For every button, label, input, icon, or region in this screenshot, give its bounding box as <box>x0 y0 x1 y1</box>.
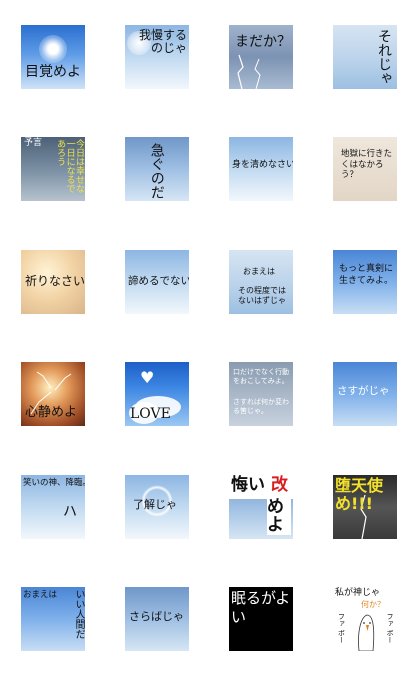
sticker-dont-give-up[interactable]: 諦めるでない <box>125 250 189 314</box>
sticker-not-yet[interactable]: まだか？ <box>229 25 293 89</box>
sticker-text-c: めよ <box>267 498 291 535</box>
sticker-i-am-god[interactable]: 私が神じゃ 何か？ ファ ボー ファ ボー <box>333 587 397 651</box>
sticker-text: 今日は幸せな一日になるであろう <box>55 139 84 193</box>
sticker-text: 我慢するのじゃ <box>138 28 187 55</box>
sticker-text-line2: いい人間だ <box>73 589 84 639</box>
sticker-not-your-limit[interactable]: おまえは その程度ではないはずじゃ <box>229 250 293 314</box>
sticker-hurry[interactable]: 急ぐのだ <box>125 137 189 201</box>
sticker-text-line1: おまえは <box>23 590 58 600</box>
sticker-grid: 目覚めよ 我慢するのじゃ まだか？ それじゃ 予言 今日は幸せな一日になるであろ… <box>0 0 420 673</box>
sticker-text: 急ぐのだ <box>148 143 165 199</box>
sticker-farewell[interactable]: さらばじゃ <box>125 587 189 651</box>
sticker-text-line1: おまえは <box>243 267 275 276</box>
sticker-purify[interactable]: 身を清めなさい <box>229 137 293 201</box>
sticker-sleep[interactable]: 眠るがよい <box>229 587 293 651</box>
sticker-take-action[interactable]: 口だけでなく行動をおこしてみよ。 さすれば何か変わる筈じゃ。 <box>229 362 293 426</box>
sticker-text: 堕天使め!!! <box>335 476 384 514</box>
sticker-text: 目覚めよ <box>25 64 81 80</box>
sticker-text: 心静めよ <box>25 405 78 420</box>
sticker-pray[interactable]: 祈りなさい <box>21 250 85 314</box>
sticker-god-of-laughter[interactable]: 笑いの神、降臨。 ハ <box>21 475 85 539</box>
sticker-understood[interactable]: 了解じゃ <box>125 475 189 539</box>
sticker-text: さすがじゃ <box>337 385 390 397</box>
sticker-text: もっと真剣に生きてみよ。 <box>338 264 393 286</box>
sticker-text: 笑いの神、降臨。 <box>23 478 85 488</box>
sticker-text: さらばじゃ <box>129 610 184 623</box>
sticker-text: 了解じゃ <box>133 498 177 511</box>
sticker-text: 身を清めなさい <box>232 160 293 170</box>
sticker-text-a: 悔い <box>231 475 265 495</box>
sticker-live-seriously[interactable]: もっと真剣に生きてみよ。 <box>333 250 397 314</box>
sticker-text: それじゃ <box>376 29 392 85</box>
sticker-fallen-angel[interactable]: 堕天使め!!! <box>333 475 397 539</box>
sticker-text: LOVE <box>130 406 171 422</box>
sticker-mark: ハ <box>63 504 77 520</box>
sticker-hell[interactable]: 地獄に行きたくはなかろう？ <box>333 137 397 201</box>
sticker-repent[interactable]: 悔い 改 めよ <box>229 475 293 539</box>
sticker-text: 地獄に行きたくはなかろう？ <box>341 149 393 181</box>
sticker-be-patient[interactable]: 我慢するのじゃ <box>125 25 189 89</box>
heart-icon: ♥ <box>140 368 155 387</box>
sticker-text-line2: さすれば何か変わる筈じゃ。 <box>233 398 289 416</box>
sticker-calm-mind[interactable]: 心静めよ <box>21 362 85 426</box>
sticker-as-expected[interactable]: さすがじゃ <box>333 362 397 426</box>
sticker-good-person[interactable]: おまえは いい人間だ <box>21 587 85 651</box>
sticker-text-b: 改 <box>271 475 288 495</box>
sticker-love[interactable]: ♥ LOVE <box>125 362 189 426</box>
sticker-text-line1: 口だけでなく行動をおこしてみよ。 <box>233 368 289 386</box>
sticker-text: 諦めるでない <box>128 275 189 287</box>
sticker-text: まだか？ <box>235 34 291 50</box>
bird-icon <box>358 614 375 651</box>
sticker-wake-up[interactable]: 目覚めよ <box>21 25 85 89</box>
sun-glow <box>39 35 67 63</box>
sticker-prophecy[interactable]: 予言 今日は幸せな一日になるであろう <box>21 137 85 201</box>
sticker-text: 祈りなさい <box>25 274 85 288</box>
sticker-label: 予言 <box>24 138 43 148</box>
sticker-well-then[interactable]: それじゃ <box>333 25 397 89</box>
sticker-text-line2: その程度ではないはずじゃ <box>238 286 286 305</box>
sticker-text: 眠るがよい <box>231 589 291 626</box>
